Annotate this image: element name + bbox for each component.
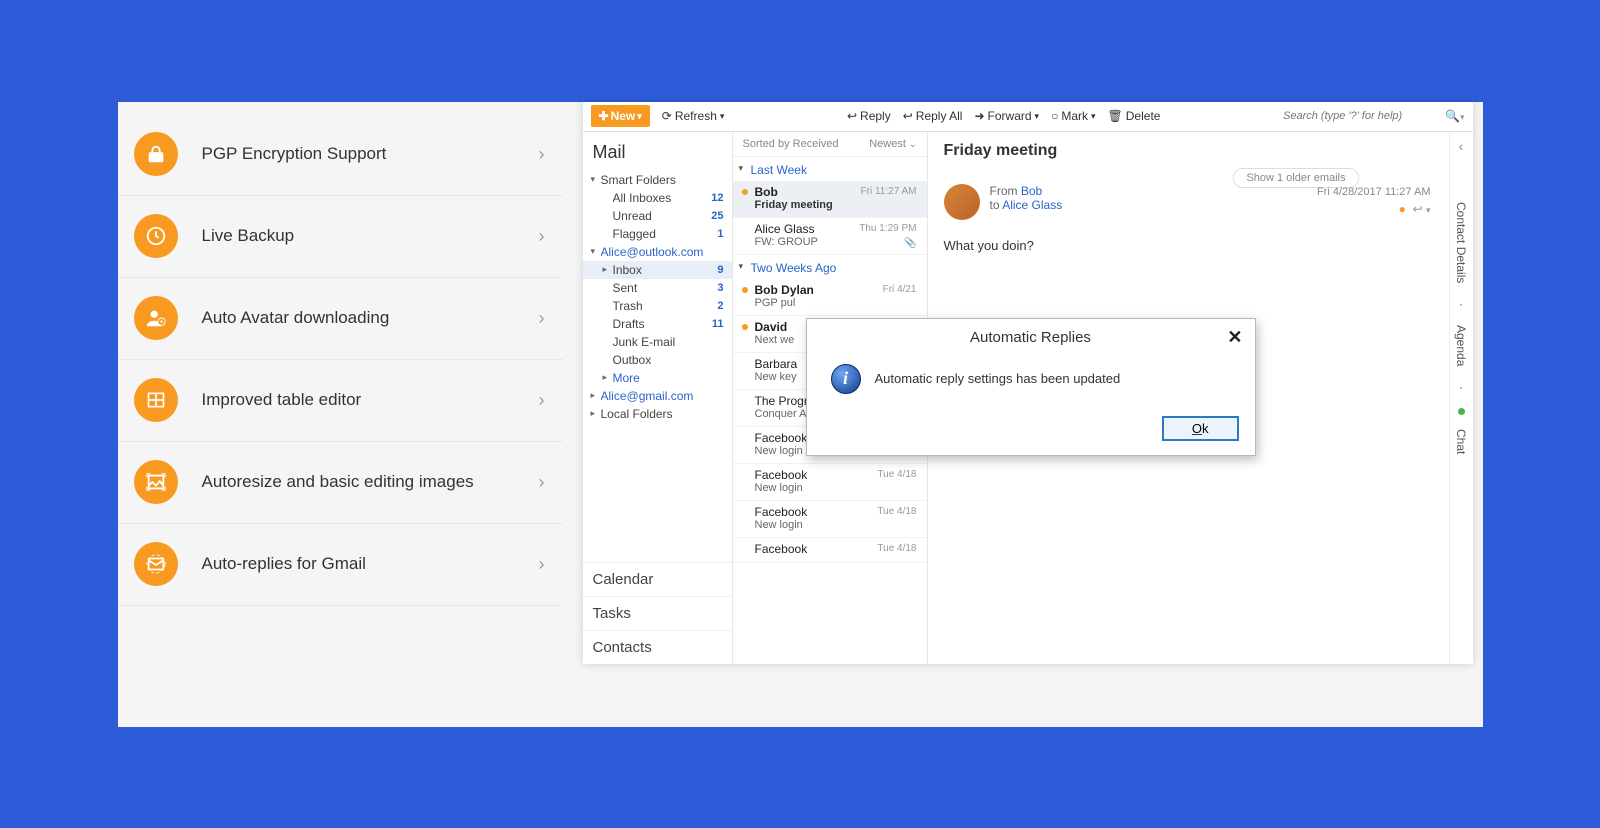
message-item[interactable]: Facebook New login Tue 4/18	[733, 501, 927, 538]
chevron-right-icon: ›	[539, 144, 545, 165]
dialog-title: Automatic Replies	[970, 329, 1091, 346]
image-edit-icon	[134, 460, 178, 504]
tree-more[interactable]: ▸More	[583, 369, 732, 387]
from-to-block: From Bob to Alice Glass	[990, 184, 1063, 212]
feature-images[interactable]: Autoresize and basic editing images ›	[118, 442, 563, 524]
chevron-right-icon: ›	[539, 390, 545, 411]
reply-all-button[interactable]: ↩Reply All	[903, 109, 963, 123]
feature-label: Auto Avatar downloading	[178, 308, 539, 328]
avatar	[944, 184, 980, 220]
read-inline-actions[interactable]: ● ↩ ▾	[1399, 202, 1431, 216]
search-icon[interactable]: 🔍▾	[1445, 109, 1464, 123]
message-item[interactable]: Bob Dylan PGP pul Fri 4/21	[733, 279, 927, 316]
group-header[interactable]: Two Weeks Ago	[733, 255, 927, 279]
clock-icon	[134, 214, 178, 258]
trash-icon: 🗑	[1108, 109, 1123, 123]
tree-item[interactable]: Junk E-mail	[583, 333, 732, 351]
ok-button[interactable]: Ok	[1162, 416, 1239, 441]
feature-list: PGP Encryption Support › Live Backup › A…	[118, 102, 563, 727]
tree-item[interactable]: Flagged1	[583, 225, 732, 243]
new-button[interactable]: ✚New▾	[591, 105, 650, 127]
message-item[interactable]: Bob Friday meeting Fri 11:27 AM	[733, 181, 927, 218]
refresh-icon: ⟳	[662, 109, 672, 123]
envelope-reply-icon	[134, 542, 178, 586]
delete-button[interactable]: 🗑Delete	[1108, 109, 1161, 123]
feature-label: Auto-replies for Gmail	[178, 554, 539, 574]
mark-icon: ○	[1051, 109, 1058, 123]
tab-contact-details[interactable]: Contact Details	[1454, 202, 1468, 283]
tab-agenda[interactable]: Agenda	[1454, 325, 1468, 366]
dialog-message: Automatic reply settings has been update…	[875, 371, 1121, 386]
nav-bottom: Calendar Tasks Contacts	[583, 562, 732, 664]
toolbar: ✚New▾ ⟳Refresh▾ ↩Reply ↩Reply All ➜Forwa…	[583, 102, 1473, 132]
nav-column: Mail ▾Smart Folders All Inboxes12 Unread…	[583, 132, 733, 664]
side-tabs: ‹ Contact Details · Agenda · Chat	[1449, 132, 1473, 664]
feature-label: Improved table editor	[178, 390, 539, 410]
nav-tasks[interactable]: Tasks	[583, 596, 732, 630]
avatar-download-icon	[134, 296, 178, 340]
group-header[interactable]: Last Week	[733, 157, 927, 181]
forward-button[interactable]: ➜Forward▾	[974, 109, 1039, 123]
attachment-icon: 📎	[904, 238, 916, 249]
unread-dot-icon	[742, 287, 748, 293]
status-dot-icon	[1458, 408, 1465, 415]
tree-item[interactable]: Drafts11	[583, 315, 732, 333]
feature-avatar[interactable]: Auto Avatar downloading ›	[118, 278, 563, 360]
tree-item[interactable]: All Inboxes12	[583, 189, 732, 207]
tree-item[interactable]: Sent3	[583, 279, 732, 297]
close-icon[interactable]: ✕	[1227, 327, 1242, 348]
feature-autoreply[interactable]: Auto-replies for Gmail ›	[118, 524, 563, 606]
tree-account-outlook[interactable]: ▾Alice@outlook.com	[583, 243, 732, 261]
info-icon: i	[831, 364, 861, 394]
message-item[interactable]: Alice Glass FW: GROUP Thu 1:29 PM 📎	[733, 218, 927, 255]
chevron-right-icon: ›	[539, 226, 545, 247]
nav-title: Mail	[583, 132, 732, 171]
read-subject: Friday meeting	[944, 142, 1433, 160]
chevron-right-icon: ›	[539, 472, 545, 493]
mail-app: ✚New▾ ⟳Refresh▾ ↩Reply ↩Reply All ➜Forwa…	[583, 102, 1473, 664]
feature-pgp[interactable]: PGP Encryption Support ›	[118, 114, 563, 196]
chevron-right-icon: ›	[539, 554, 545, 575]
table-icon	[134, 378, 178, 422]
read-body: What you doin?	[928, 224, 1449, 267]
chevron-left-icon[interactable]: ‹	[1459, 138, 1464, 154]
feature-backup[interactable]: Live Backup ›	[118, 196, 563, 278]
message-item[interactable]: Facebook Tue 4/18	[733, 538, 927, 563]
show-older-button[interactable]: Show 1 older emails	[1233, 168, 1358, 188]
reply-icon: ↩	[847, 109, 857, 123]
unread-dot-icon	[742, 324, 748, 330]
read-timestamp: Fri 4/28/2017 11:27 AM	[1317, 186, 1431, 198]
mark-button[interactable]: ○Mark▾	[1051, 109, 1095, 123]
forward-icon: ➜	[974, 109, 984, 123]
from-link[interactable]: Bob	[1021, 184, 1042, 198]
tree-account-gmail[interactable]: ▸Alice@gmail.com	[583, 387, 732, 405]
refresh-button[interactable]: ⟳Refresh▾	[662, 109, 725, 123]
feature-label: PGP Encryption Support	[178, 144, 539, 164]
feature-table[interactable]: Improved table editor ›	[118, 360, 563, 442]
automatic-replies-dialog: Automatic Replies ✕ i Automatic reply se…	[806, 318, 1256, 456]
to-link[interactable]: Alice Glass	[1002, 198, 1062, 212]
tab-chat[interactable]: Chat	[1454, 429, 1468, 454]
tree-item[interactable]: Unread25	[583, 207, 732, 225]
search-input[interactable]	[1283, 110, 1433, 122]
tree-local[interactable]: ▸Local Folders	[583, 405, 732, 423]
feature-label: Live Backup	[178, 226, 539, 246]
tree-inbox[interactable]: ▸Inbox9	[583, 261, 732, 279]
lock-icon	[134, 132, 178, 176]
reply-all-icon: ↩	[903, 109, 913, 123]
tree-item[interactable]: Outbox	[583, 351, 732, 369]
unread-dot-icon	[742, 189, 748, 195]
sort-row[interactable]: Sorted by Received Newest ⌄	[733, 132, 927, 157]
tree-smart-folders[interactable]: ▾Smart Folders	[583, 171, 732, 189]
reply-button[interactable]: ↩Reply	[847, 109, 891, 123]
feature-label: Autoresize and basic editing images	[178, 472, 539, 492]
chevron-right-icon: ›	[539, 308, 545, 329]
nav-calendar[interactable]: Calendar	[583, 562, 732, 596]
nav-contacts[interactable]: Contacts	[583, 630, 732, 664]
tree-item[interactable]: Trash2	[583, 297, 732, 315]
message-item[interactable]: Facebook New login Tue 4/18	[733, 464, 927, 501]
